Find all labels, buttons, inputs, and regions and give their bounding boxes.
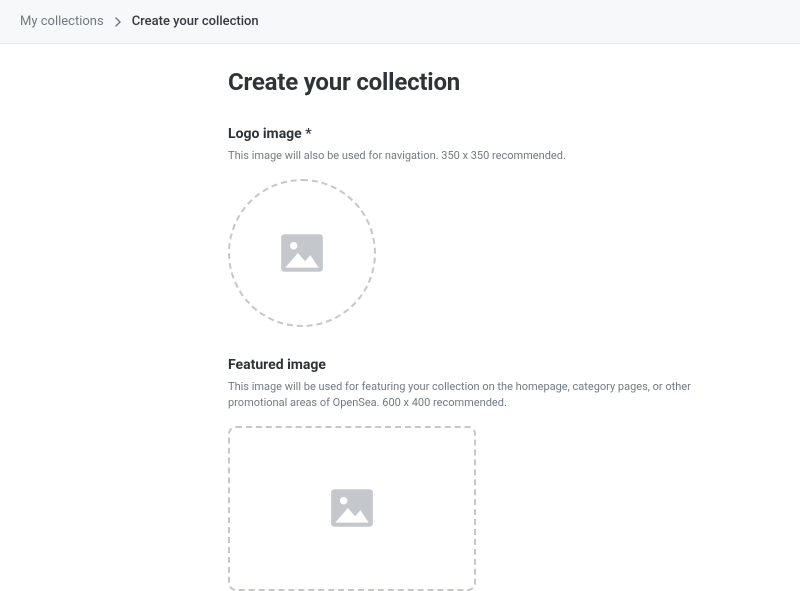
main-content: Create your collection Logo image * This… — [0, 44, 800, 591]
logo-image-help-text: This image will also be used for navigat… — [228, 148, 748, 165]
logo-image-label-text: Logo image — [228, 126, 302, 142]
required-asterisk: * — [305, 126, 311, 142]
chevron-right-icon — [114, 17, 122, 27]
breadcrumb: My collections Create your collection — [0, 0, 800, 44]
page-title: Create your collection — [228, 68, 800, 96]
featured-image-dropzone[interactable] — [228, 426, 476, 591]
breadcrumb-current: Create your collection — [132, 14, 259, 29]
featured-image-label-text: Featured image — [228, 357, 326, 373]
featured-image-help-text: This image will be used for featuring yo… — [228, 379, 748, 412]
image-placeholder-icon — [327, 483, 377, 533]
breadcrumb-link-my-collections[interactable]: My collections — [20, 14, 104, 29]
section-logo-image: Logo image * This image will also be use… — [228, 126, 800, 327]
featured-image-label: Featured image — [228, 357, 800, 373]
logo-image-label: Logo image * — [228, 126, 800, 142]
logo-image-dropzone[interactable] — [228, 179, 376, 327]
image-placeholder-icon — [277, 228, 327, 278]
section-featured-image: Featured image This image will be used f… — [228, 357, 800, 591]
